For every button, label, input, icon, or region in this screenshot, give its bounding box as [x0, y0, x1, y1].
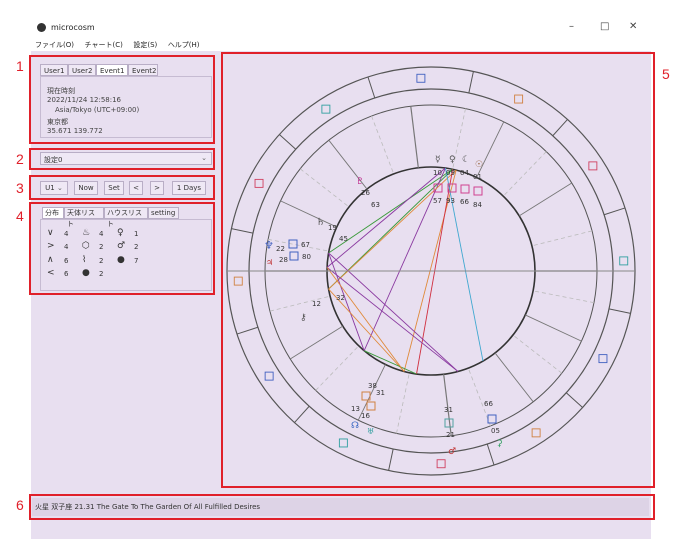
menu-file[interactable]: ファイル(O): [35, 39, 74, 51]
annotation-box-4: [29, 202, 215, 295]
menu-help[interactable]: ヘルプ(H): [168, 39, 200, 51]
title-bar: microcosm – □ ✕: [31, 17, 651, 39]
annotation-number-6: 6: [16, 497, 24, 513]
app-icon: [37, 23, 46, 32]
annotation-number-4: 4: [16, 208, 24, 224]
menu-bar: ファイル(O) チャート(C) 設定(S) ヘルプ(H): [31, 39, 651, 51]
minimize-icon[interactable]: –: [569, 21, 574, 32]
annotation-number-3: 3: [16, 180, 24, 196]
annotation-number-1: 1: [16, 58, 24, 74]
close-icon[interactable]: ✕: [629, 21, 637, 32]
window-title: microcosm: [51, 23, 95, 32]
maximize-icon[interactable]: □: [600, 21, 609, 32]
annotation-number-5: 5: [662, 66, 670, 82]
annotation-box-2: [29, 148, 215, 170]
menu-settings[interactable]: 設定(S): [133, 39, 157, 51]
annotation-box-6: [29, 494, 655, 520]
annotation-box-1: [29, 55, 215, 144]
annotation-number-2: 2: [16, 151, 24, 167]
annotation-box-3: [29, 175, 215, 200]
annotation-box-5: [221, 52, 655, 488]
menu-chart[interactable]: チャート(C): [85, 39, 123, 51]
